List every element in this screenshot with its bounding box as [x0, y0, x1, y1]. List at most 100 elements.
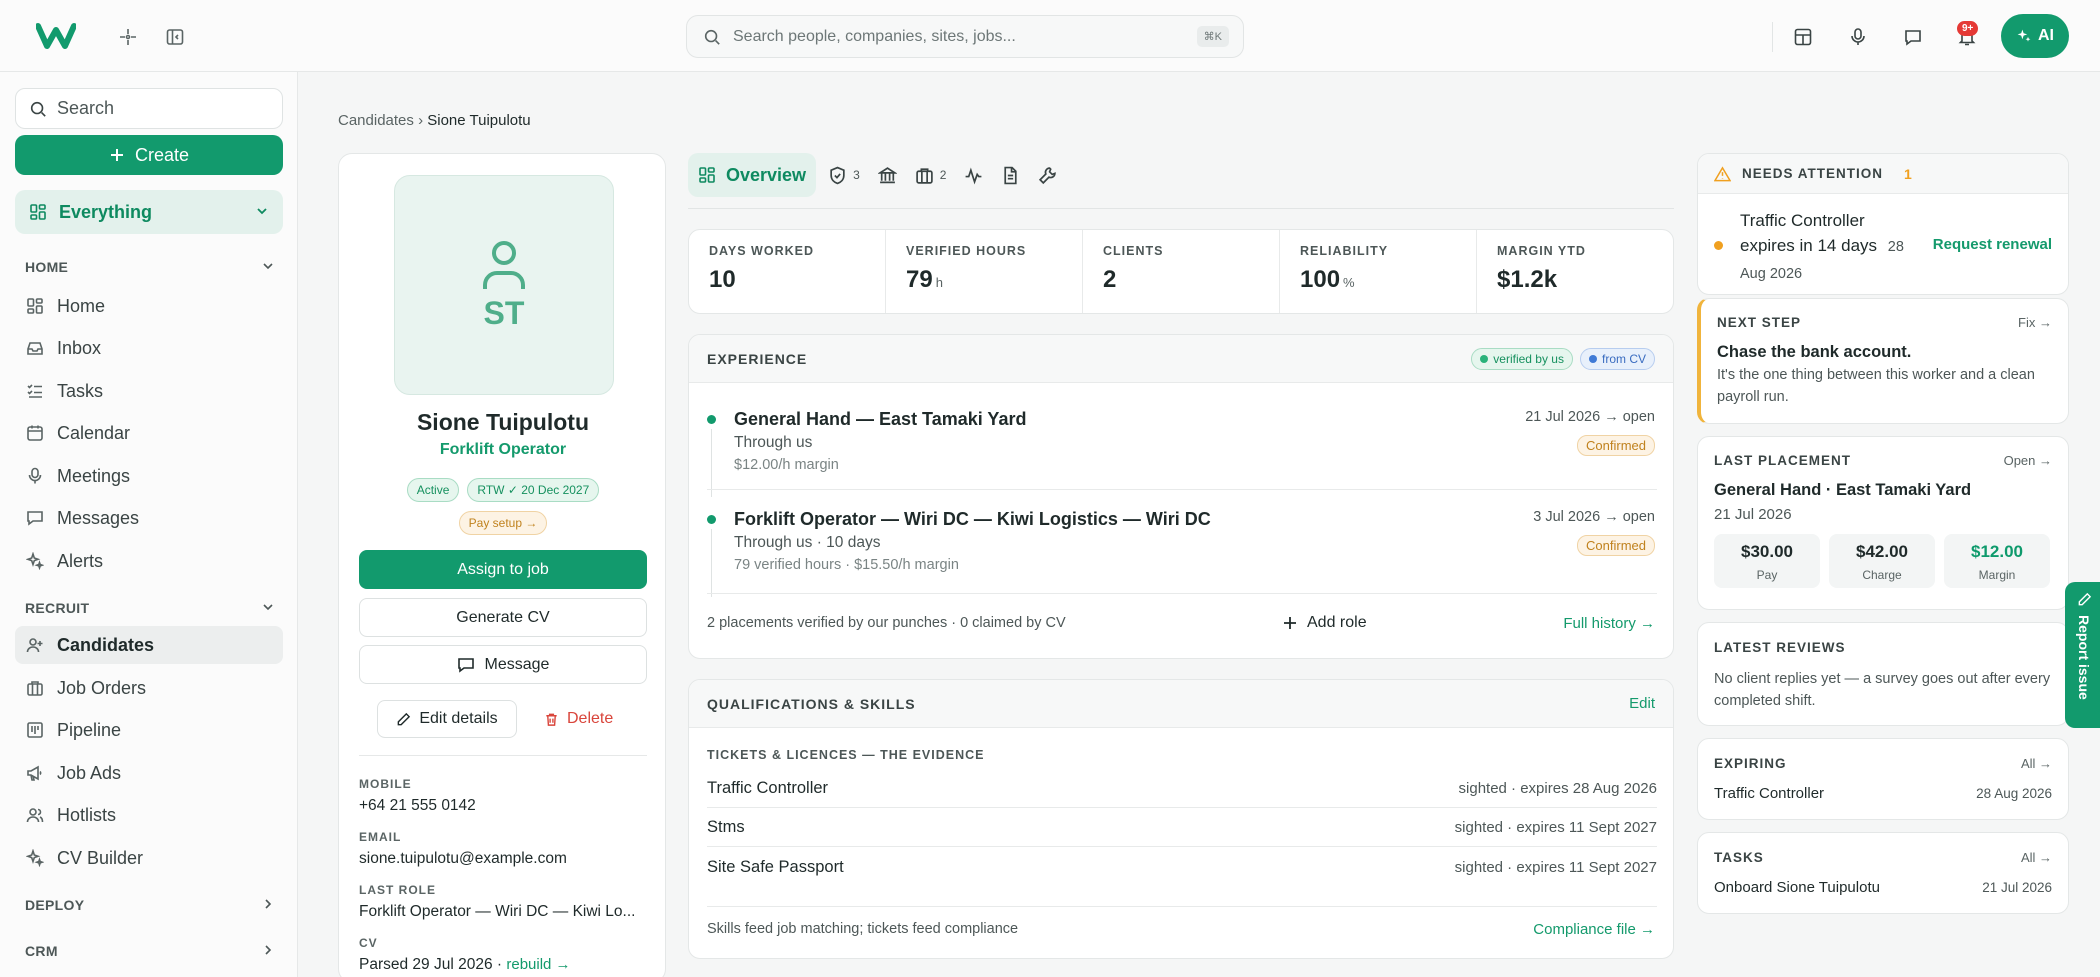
experience-title: EXPERIENCE — [707, 350, 808, 367]
qualifications-footer: Skills feed job matching; tickets feed c… — [707, 921, 1019, 937]
grid-icon — [30, 204, 46, 220]
sidebar-item-meetings[interactable]: Meetings — [15, 457, 283, 495]
breadcrumb-parent[interactable]: Candidates — [338, 112, 414, 129]
edit-details-button[interactable]: Edit details — [377, 700, 517, 738]
report-issue-button[interactable]: Report issue — [2065, 582, 2100, 728]
task-item[interactable]: Onboard Sione Tuipulotu — [1714, 879, 1880, 896]
sidebar-item-tasks[interactable]: Tasks — [15, 372, 283, 410]
cv-rebuild-link[interactable]: rebuild → — [506, 956, 570, 973]
briefcase-icon — [916, 167, 933, 184]
next-step-fix-link[interactable]: Fix → — [2018, 315, 2052, 330]
sidebar-item-cv-builder[interactable]: CV Builder — [15, 839, 283, 877]
tab-tools[interactable] — [1038, 166, 1057, 185]
last-placement-open-link[interactable]: Open → — [2004, 453, 2052, 468]
qualification-status: sighted · expires 11 Sept 2027 — [1454, 859, 1657, 876]
section-deploy[interactable]: DEPLOY — [25, 897, 275, 913]
sidebar: Search Create Everything HOME Home Inbox… — [0, 72, 298, 977]
tab-documents[interactable] — [1001, 166, 1020, 185]
task-date: 21 Jul 2026 — [1982, 880, 2052, 895]
sidebar-item-label: Pipeline — [57, 719, 122, 740]
qualifications-card: QUALIFICATIONS & SKILLS Edit TICKETS & L… — [688, 679, 1674, 959]
tab-overview-label: Overview — [726, 164, 807, 185]
pay-setup-badge[interactable]: Pay setup → — [458, 511, 548, 535]
section-home[interactable]: HOME — [25, 259, 275, 275]
sidebar-item-label: Calendar — [57, 422, 131, 443]
sidebar-toggle-icon[interactable] — [162, 24, 188, 50]
sidebar-item-label: Tasks — [57, 380, 104, 401]
pencil-icon — [2078, 592, 2091, 606]
ai-button[interactable]: AI — [2001, 14, 2069, 58]
email-value[interactable]: sione.tuipulotu@example.com — [359, 850, 649, 868]
document-icon — [1004, 166, 1018, 184]
sidebar-item-hotlists[interactable]: Hotlists — [15, 796, 283, 834]
assign-to-job-button[interactable]: Assign to job — [359, 550, 647, 589]
section-recruit[interactable]: RECRUIT — [25, 600, 275, 616]
add-role-button[interactable]: Add role — [1283, 614, 1367, 632]
qualification-row[interactable]: Site Safe Passport sighted · expires 11 … — [707, 858, 1657, 877]
section-crm[interactable]: CRM — [25, 943, 275, 959]
candidate-role: Forklift Operator — [439, 441, 567, 458]
tab-overview[interactable]: Overview — [688, 153, 817, 197]
stat-reliability: RELIABILITY 100% — [1280, 230, 1477, 313]
global-search-input[interactable]: Search people, companies, sites, jobs...… — [686, 15, 1244, 58]
mobile-value[interactable]: +64 21 555 0142 — [359, 797, 649, 815]
last-role-label: LAST ROLE — [359, 883, 436, 897]
full-history-link[interactable]: Full history → — [1563, 615, 1655, 632]
sidebar-item-inbox[interactable]: Inbox — [15, 329, 283, 367]
workspace-selector[interactable]: Everything — [15, 190, 283, 234]
sidebar-item-job-orders[interactable]: Job Orders — [15, 669, 283, 707]
message-button-label: Message — [484, 655, 550, 673]
expiring-item[interactable]: Traffic Controller — [1714, 785, 1824, 802]
microphone-icon[interactable] — [1845, 24, 1871, 50]
message-button[interactable]: Message — [359, 645, 647, 684]
stat-verified-hours: VERIFIED HOURS 79 h — [886, 230, 1083, 313]
sidebar-item-pipeline[interactable]: Pipeline — [15, 711, 283, 749]
divider — [707, 593, 1657, 594]
cv-tag-label: from CV — [1601, 352, 1646, 366]
warning-dot — [1714, 241, 1723, 250]
sidebar-search-input[interactable]: Search — [15, 88, 283, 129]
experience-header: EXPERIENCE verified by us from CV — [689, 335, 1673, 383]
divider — [707, 906, 1657, 907]
sidebar-item-calendar[interactable]: Calendar — [15, 414, 283, 452]
create-button[interactable]: Create — [15, 135, 283, 175]
breadcrumb-separator: › — [418, 112, 424, 129]
compliance-file-link[interactable]: Compliance file → — [1533, 921, 1655, 938]
tab-jobs[interactable]: 2 — [915, 166, 946, 185]
section-recruit-label: RECRUIT — [25, 600, 90, 616]
experience-item-date: 3 Jul 2026 → open — [1533, 509, 1655, 525]
breadcrumb-current: Sione Tuipulotu — [427, 112, 531, 129]
sidebar-item-home[interactable]: Home — [15, 287, 283, 325]
sparkle-move-icon[interactable] — [115, 24, 141, 50]
tabs-underline — [688, 208, 1674, 209]
delete-button[interactable]: Delete — [544, 700, 613, 738]
sidebar-item-messages[interactable]: Messages — [15, 499, 283, 537]
expiring-all-link[interactable]: All → — [2021, 756, 2052, 771]
app-logo[interactable] — [36, 22, 76, 50]
latest-reviews-text: No client replies yet — a survey goes ou… — [1714, 671, 2051, 709]
timeline-dot — [707, 415, 716, 424]
inbox-icon — [27, 342, 43, 355]
layout-icon[interactable] — [1790, 24, 1816, 50]
tasks-all-link[interactable]: All → — [2021, 850, 2052, 865]
qualifications-edit-link[interactable]: Edit — [1629, 695, 1655, 712]
sidebar-item-alerts[interactable]: Alerts — [15, 542, 283, 580]
request-renewal-button[interactable]: Request renewal — [1933, 236, 2052, 253]
warning-icon — [1714, 166, 1731, 182]
tab-banking[interactable] — [877, 166, 897, 185]
sidebar-item-label: Meetings — [57, 465, 131, 486]
qualification-row[interactable]: Traffic Controller sighted · expires 28 … — [707, 779, 1657, 798]
workspace-label: Everything — [59, 201, 153, 222]
timeline-dot — [707, 515, 716, 524]
generate-cv-button[interactable]: Generate CV — [359, 598, 647, 637]
sidebar-item-candidates[interactable]: Candidates — [15, 626, 283, 664]
message-icon — [27, 511, 43, 526]
experience-item-meta: 79 verified hours · $15.50/h margin — [734, 557, 959, 573]
tab-compliance-count: 3 — [853, 168, 860, 182]
chat-icon[interactable] — [1900, 24, 1926, 50]
needs-attention-card: NEEDS ATTENTION 1 Traffic Controller exp… — [1697, 153, 2069, 295]
tab-compliance[interactable]: 3 — [828, 166, 860, 185]
sidebar-item-job-ads[interactable]: Job Ads — [15, 754, 283, 792]
qualification-row[interactable]: Stms sighted · expires 11 Sept 2027 — [707, 818, 1657, 837]
tab-activity[interactable] — [964, 166, 983, 185]
